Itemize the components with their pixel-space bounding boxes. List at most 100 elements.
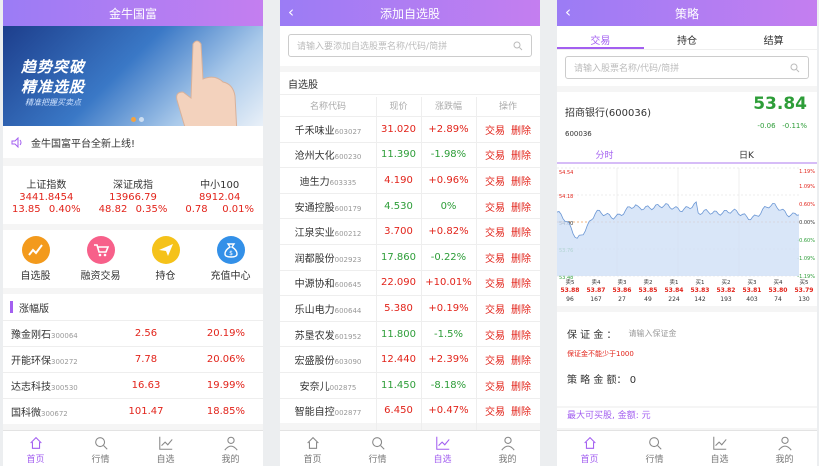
- menu-positions[interactable]: 持仓: [133, 236, 198, 288]
- tab-home[interactable]: 首页: [280, 431, 345, 466]
- cart-icon: [86, 236, 115, 264]
- watchlist-row[interactable]: 千禾味业603027 31.020 +2.89% 交易 删除: [280, 116, 540, 142]
- tab-chart[interactable]: 自选: [133, 431, 198, 466]
- menu-label: 融资交易: [80, 271, 121, 282]
- watchlist-row[interactable]: 安奈儿002875 11.450 -8.18% 交易 删除: [280, 371, 540, 398]
- back-icon[interactable]: ‹: [288, 3, 294, 21]
- tab-intraday[interactable]: 分时: [557, 146, 652, 162]
- dot[interactable]: [139, 117, 144, 122]
- promo-banner[interactable]: 趋势突破 精准选股 精准把握买卖点: [3, 26, 263, 126]
- trade-button[interactable]: 交易: [485, 151, 505, 162]
- stock-code: 300530: [51, 384, 78, 392]
- trade-button[interactable]: 交易: [485, 407, 505, 418]
- trade-button[interactable]: 交易: [485, 203, 505, 214]
- delete-button[interactable]: 删除: [511, 279, 531, 290]
- search-icon[interactable]: [790, 63, 800, 73]
- tab-settlement[interactable]: 结算: [730, 26, 817, 49]
- delete-button[interactable]: 删除: [511, 356, 531, 367]
- notice-bar[interactable]: 金牛国富平台全新上线!: [3, 126, 263, 158]
- tab-home[interactable]: 首页: [3, 431, 68, 466]
- tab-search[interactable]: 行情: [68, 431, 133, 466]
- delete-button[interactable]: 删除: [511, 305, 531, 316]
- limit-row[interactable]: 达志科技300530 16.63 19.99%: [3, 372, 263, 398]
- stock-name: 千禾味业: [294, 125, 335, 137]
- search-input[interactable]: 请输入要添加自选股票名称/代码/简拼: [288, 34, 532, 57]
- delete-button[interactable]: 删除: [511, 331, 531, 342]
- menu-recharge[interactable]: $ 充值中心: [198, 236, 263, 288]
- tab-home[interactable]: 首页: [557, 431, 622, 466]
- tab-positions[interactable]: 持仓: [644, 26, 731, 49]
- stock-pct: 0%: [440, 200, 457, 212]
- user-icon: [500, 436, 515, 451]
- tab-chart[interactable]: 自选: [687, 431, 752, 466]
- limit-row[interactable]: 开能环保300272 7.78 20.06%: [3, 346, 263, 372]
- delete-button[interactable]: 删除: [511, 126, 531, 137]
- watchlist-row[interactable]: 安通控股600179 4.530 0% 交易 删除: [280, 192, 540, 219]
- index-item[interactable]: 上证指数 3441.8454 13.85 0.40%: [3, 176, 90, 224]
- watchlist-row[interactable]: 中源协和600645 22.090 +10.01% 交易 删除: [280, 269, 540, 296]
- quote-item: 买253.82 193: [717, 278, 736, 303]
- trade-button[interactable]: 交易: [485, 279, 505, 290]
- trade-button[interactable]: 交易: [485, 382, 505, 393]
- user-icon: [777, 436, 792, 451]
- index-item[interactable]: 中小100 8912.04 0.78 0.01%: [176, 176, 263, 224]
- delete-button[interactable]: 删除: [511, 151, 531, 162]
- trade-button[interactable]: 交易: [485, 228, 505, 239]
- delete-button[interactable]: 删除: [511, 254, 531, 265]
- stock-code: 603090: [334, 358, 362, 367]
- tab-user[interactable]: 我的: [475, 431, 540, 466]
- watchlist-row[interactable]: 苏垦农发601952 11.800 -1.5% 交易 删除: [280, 320, 540, 347]
- tab-search[interactable]: 行情: [622, 431, 687, 466]
- search-icon[interactable]: [513, 41, 523, 51]
- index-name: 上证指数: [26, 180, 67, 191]
- delete-button[interactable]: 删除: [511, 228, 531, 239]
- dot[interactable]: [131, 117, 136, 122]
- trade-button[interactable]: 交易: [485, 356, 505, 367]
- trade-button[interactable]: 交易: [485, 177, 505, 188]
- back-icon[interactable]: ‹: [565, 3, 571, 21]
- row-actions: 交易 删除: [476, 275, 540, 290]
- limit-row[interactable]: 豫金刚石300064 2.56 20.19%: [3, 320, 263, 346]
- watchlist-row[interactable]: 润都股份002923 17.860 -0.22% 交易 删除: [280, 243, 540, 270]
- menu-watchlist[interactable]: 自选股: [3, 236, 68, 288]
- quote-text: 卖1: [670, 279, 679, 286]
- stock-price: 17.860: [381, 251, 416, 263]
- tab-trade[interactable]: 交易: [557, 26, 644, 49]
- tab-user[interactable]: 我的: [198, 431, 263, 466]
- tab-user[interactable]: 我的: [752, 431, 817, 466]
- watchlist-row[interactable]: 江泉实业600212 3.700 +0.82% 交易 删除: [280, 218, 540, 244]
- trade-button[interactable]: 交易: [485, 126, 505, 137]
- watchlist-row[interactable]: 智能自控002877 6.450 +0.47% 交易 删除: [280, 397, 540, 424]
- quote-text: 53.79: [795, 287, 814, 294]
- index-name: 深证成指: [113, 180, 153, 191]
- index-item[interactable]: 深证成指 13966.79 48.82 0.35%: [90, 176, 177, 224]
- search-input[interactable]: 请输入股票名称/代码/简拼: [565, 56, 809, 79]
- tab-chart[interactable]: 自选: [410, 431, 475, 466]
- index-change: 48.82: [98, 204, 128, 215]
- margin-label: 保 证 金 ：: [567, 330, 617, 341]
- delete-button[interactable]: 删除: [511, 177, 531, 188]
- tab-search[interactable]: 行情: [345, 431, 410, 466]
- delete-button[interactable]: 删除: [511, 407, 531, 418]
- row-actions: 交易 删除: [476, 224, 540, 239]
- trade-button[interactable]: 交易: [485, 331, 505, 342]
- tab-label: 行情: [91, 455, 110, 465]
- tab-daily-k[interactable]: 日K: [739, 148, 754, 161]
- watchlist-row[interactable]: 宏盛股份603090 12.440 +2.39% 交易 删除: [280, 346, 540, 372]
- tab-label: 自选: [710, 455, 729, 465]
- limit-row[interactable]: 国科微300672 101.47 18.85%: [3, 398, 263, 424]
- margin-input[interactable]: 请输入保证金: [629, 328, 677, 339]
- quick-menu: 自选股 融资交易 持仓 $ 充值中心: [3, 230, 263, 288]
- trade-button[interactable]: 交易: [485, 254, 505, 265]
- menu-financing[interactable]: 融资交易: [68, 236, 133, 288]
- delete-button[interactable]: 删除: [511, 382, 531, 393]
- watchlist-row[interactable]: 沧州大化600230 11.390 -1.98% 交易 删除: [280, 141, 540, 168]
- tab-label: 自选: [433, 455, 452, 465]
- trade-button[interactable]: 交易: [485, 305, 505, 316]
- quote-item: 买453.80 74: [769, 278, 788, 303]
- watchlist-row[interactable]: 乐山电力600644 5.380 +0.19% 交易 删除: [280, 295, 540, 321]
- watchlist-row[interactable]: 迪生力603335 4.190 +0.96% 交易 删除: [280, 167, 540, 193]
- home-icon: [583, 436, 596, 449]
- quote-text: 167: [590, 296, 602, 303]
- delete-button[interactable]: 删除: [511, 203, 531, 214]
